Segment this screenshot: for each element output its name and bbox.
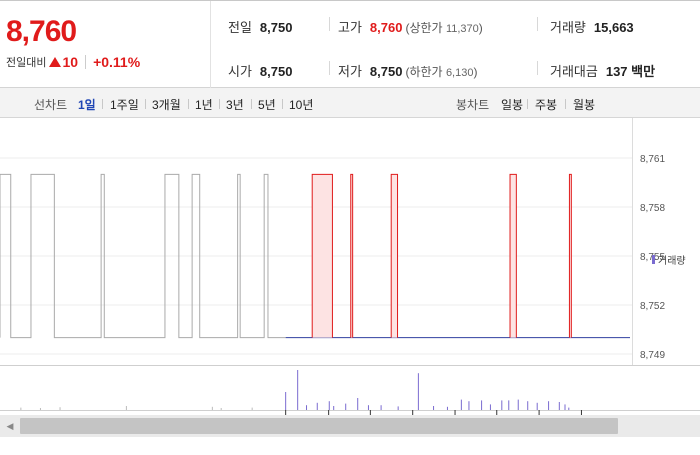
tab-3-years[interactable]: 3년 [226, 96, 244, 113]
lower-limit-value: 6,130 [445, 67, 474, 79]
stat-open: 시가 8,750 [228, 61, 292, 80]
change-value: 10 [62, 54, 79, 70]
change-percent: +0.11% [93, 54, 141, 70]
divider [537, 61, 538, 75]
scroll-left-icon[interactable]: ◀ [0, 415, 20, 437]
stat-prev-close: 전일 8,750 [228, 17, 292, 36]
tab-1-week[interactable]: 1주일 [110, 96, 139, 113]
current-price: 8,760 [6, 15, 77, 48]
line-chart-label: 선차트 [34, 98, 68, 112]
stat-label: 고가 [338, 20, 362, 35]
stat-low: 저가 8,750 (하한가 6,130) [338, 61, 477, 80]
divider [219, 99, 220, 109]
price-chart: 8,7618,7588,7558,7528,749 [0, 118, 700, 415]
tab-1-day[interactable]: 1일 [78, 96, 96, 113]
divider [329, 61, 330, 75]
divider [85, 55, 87, 69]
upper-limit-label: (상한가 [405, 21, 443, 35]
chart-tabs-bar: 선차트 1일 1주일 3개월 1년 3년 5년 10년 봉차트 일봉 주봉 월봉 [0, 88, 700, 118]
tab-10-years[interactable]: 10년 [289, 96, 313, 113]
stat-value: 8,750 [259, 20, 293, 35]
scrollbar-thumb[interactable] [20, 418, 618, 434]
chart-scrollbar[interactable]: ◀ [0, 415, 700, 437]
change-label: 전일대비 [6, 57, 47, 69]
up-fill-area [510, 174, 517, 338]
up-fill-area [312, 174, 333, 338]
quote-summary-panel: 8,760 전일대비 10 +0.11% 전일 8,750 시가 8,750 고가 8… [0, 0, 700, 88]
divider [102, 99, 103, 109]
tab-3-months[interactable]: 3개월 [152, 96, 181, 113]
divider [282, 99, 283, 109]
paren-close: ) [478, 21, 483, 35]
candle-chart-label: 봉차트 [456, 98, 490, 112]
tab-5-years[interactable]: 5년 [258, 96, 276, 113]
volume-legend: 거래량 [652, 252, 686, 267]
stat-label: 거래량 [550, 20, 586, 35]
stat-value: 15,663 [593, 20, 634, 35]
divider [329, 17, 330, 31]
stat-label: 거래대금 [550, 64, 598, 79]
divider [565, 99, 566, 109]
lower-limit-label: (하한가 [405, 65, 443, 79]
y-tick-label: 8,752 [640, 301, 665, 312]
divider [188, 99, 189, 109]
tab-weekly-candle[interactable]: 주봉 [535, 96, 557, 113]
y-tick-label: 8,761 [640, 154, 665, 165]
upper-limit-value: 11,370 [445, 23, 479, 35]
stat-volume: 거래량 15,663 [550, 17, 634, 36]
divider [537, 17, 538, 31]
stat-amount: 거래대금 137 백만 [550, 61, 655, 80]
divider [145, 99, 146, 109]
price-chart-area: 8,7618,7588,7558,7528,749 [0, 118, 700, 450]
stat-value: 8,750 [369, 64, 403, 79]
change-line: 전일대비 10 +0.11% [6, 54, 140, 70]
tab-monthly-candle[interactable]: 월봉 [573, 96, 595, 113]
stat-value: 8,760 [369, 20, 403, 35]
volume-legend-swatch [652, 255, 655, 264]
tab-1-year[interactable]: 1년 [195, 96, 213, 113]
divider [251, 99, 252, 109]
stat-high: 고가 8,760 (상한가 11,370) [338, 17, 483, 36]
stat-label: 저가 [338, 64, 362, 79]
stat-label: 시가 [228, 64, 252, 79]
up-fill-area [391, 174, 398, 338]
volume-legend-label: 거래량 [658, 256, 686, 267]
y-tick-label: 8,758 [640, 203, 665, 214]
up-triangle-icon [49, 57, 62, 67]
stat-value: 137 백만 [605, 64, 656, 79]
paren-close: ) [473, 65, 478, 79]
stat-value: 8,750 [259, 64, 293, 79]
divider [527, 99, 528, 109]
current-price-box: 8,760 전일대비 10 +0.11% [0, 1, 211, 88]
stat-label: 전일 [228, 20, 252, 35]
y-tick-label: 8,749 [640, 350, 665, 361]
tab-daily-candle[interactable]: 일봉 [501, 96, 523, 113]
